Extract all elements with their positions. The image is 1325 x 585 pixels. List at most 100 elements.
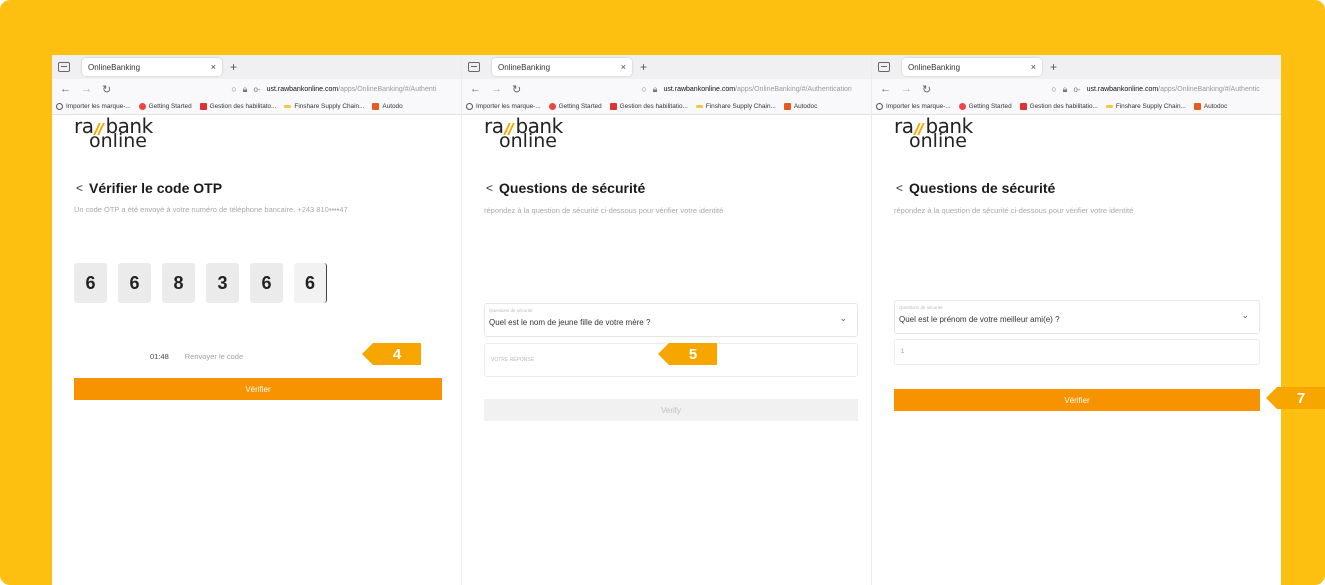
shield-icon: ○ xyxy=(231,84,237,94)
reload-icon[interactable]: ↻ xyxy=(102,83,111,96)
verify-button[interactable]: Vérifier xyxy=(894,389,1260,411)
bookmark-autodoc[interactable]: Autodo xyxy=(372,103,403,110)
reload-icon[interactable]: ↻ xyxy=(512,83,521,96)
bookmark-autodoc[interactable]: Autodoc xyxy=(783,103,817,110)
url-path: /apps/OnlineBanking/#/Authenti xyxy=(338,85,437,93)
resend-code-link[interactable]: Renvoyer le code xyxy=(185,352,243,361)
select-value: Quel est le prénom de votre meilleur ami… xyxy=(899,315,1060,324)
browser-tab[interactable]: OnlineBanking × xyxy=(492,58,632,76)
import-icon xyxy=(56,103,63,110)
bookmark-getting-started[interactable]: Getting Started xyxy=(548,103,602,110)
url-path: /apps/OnlineBanking/#/Authentication xyxy=(735,85,852,93)
tab-list-icon[interactable] xyxy=(878,62,890,72)
bookmark-import[interactable]: Importer les marque-... xyxy=(876,103,951,110)
tab-title: OnlineBanking xyxy=(88,62,141,72)
bookmark-finshare[interactable]: Finshare Supply Chain... xyxy=(695,103,776,110)
answer-input[interactable]: 1 xyxy=(894,339,1260,365)
back-arrow-icon[interactable]: ← xyxy=(470,83,481,95)
bookmark-getting-started[interactable]: Getting Started xyxy=(958,103,1012,110)
url-host: ust.rawbankonline.com xyxy=(663,85,736,93)
chevron-left-icon[interactable]: < xyxy=(896,181,903,195)
bookmark-gestion[interactable]: Gestion des habilitatio... xyxy=(609,103,688,110)
key-icon: o- xyxy=(253,84,261,94)
autodoc-icon xyxy=(1193,103,1201,110)
back-arrow-icon[interactable]: ← xyxy=(60,83,71,95)
rawbank-logo: ra bank online xyxy=(74,114,153,152)
tab-bar: OnlineBanking × + xyxy=(462,55,871,79)
firefox-icon xyxy=(138,103,146,110)
logo-mark-icon xyxy=(913,122,926,136)
select-value: Quel est le nom de jeune fille de votre … xyxy=(489,318,651,327)
chevron-left-icon[interactable]: < xyxy=(486,181,493,195)
new-tab-icon[interactable]: + xyxy=(1050,60,1057,74)
new-tab-icon[interactable]: + xyxy=(230,60,237,74)
verify-button[interactable]: Vérifier xyxy=(74,378,442,400)
forward-arrow-icon[interactable]: → xyxy=(491,83,502,95)
finshare-icon xyxy=(695,105,703,108)
otp-digit-3[interactable]: 8 xyxy=(162,263,195,303)
tab-title: OnlineBanking xyxy=(908,62,961,72)
bookmark-import[interactable]: Importer les marque-... xyxy=(56,103,131,110)
forward-arrow-icon[interactable]: → xyxy=(81,83,92,95)
otp-digit-4[interactable]: 3 xyxy=(206,263,239,303)
page-subtitle: répondez à la question de sécurité ci-de… xyxy=(484,206,724,215)
url-host: ust.rawbankonline.com xyxy=(1086,85,1159,93)
url-bar[interactable]: ○ 🔒︎ o- ust.rawbankonline.com/apps/Onlin… xyxy=(1051,84,1260,95)
url-bar[interactable]: ○ 🔒︎ ust.rawbankonline.com/apps/OnlineBa… xyxy=(641,84,852,95)
otp-digit-5[interactable]: 6 xyxy=(250,263,283,303)
browser-tab[interactable]: OnlineBanking × xyxy=(82,58,222,76)
firefox-icon xyxy=(958,103,966,110)
url-bar[interactable]: ○ 🔒︎ o- ust.rawbankonline.com/apps/Onlin… xyxy=(231,84,436,95)
logo-mark-icon xyxy=(503,122,516,136)
bookmark-gestion[interactable]: Gestion des habilitato... xyxy=(199,103,276,110)
otp-digit-1[interactable]: 6 xyxy=(74,263,107,303)
back-arrow-icon[interactable]: ← xyxy=(880,83,891,95)
gestion-icon xyxy=(199,103,207,110)
url-host: ust.rawbankonline.com xyxy=(266,85,339,93)
screenshot-strip: OnlineBanking × + ← → ↻ ○ 🔒︎ o- ust.rawb… xyxy=(52,55,1281,585)
chevron-left-icon[interactable]: < xyxy=(76,181,83,195)
bookmark-getting-started[interactable]: Getting Started xyxy=(138,103,192,110)
nav-bar: ← → ↻ ○ 🔒︎ ust.rawbankonline.com/apps/On… xyxy=(462,79,871,99)
security-question-select[interactable]: Questions de sécurité Quel est le nom de… xyxy=(484,303,858,337)
rawbank-logo: ra bank online xyxy=(484,114,563,152)
bookmarks-bar: Importer les marque-... Getting Started … xyxy=(872,99,1281,115)
lock-icon: 🔒︎ xyxy=(1062,83,1068,94)
select-label: Questions de sécurité xyxy=(899,305,943,310)
reload-icon[interactable]: ↻ xyxy=(922,83,931,96)
otp-inputs: 6 6 8 3 6 6 xyxy=(74,263,338,303)
bookmark-autodoc[interactable]: Autodoc xyxy=(1193,103,1227,110)
bookmarks-bar: Importer les marque-... Getting Started … xyxy=(462,99,871,115)
bookmark-finshare[interactable]: Finshare Supply Chain... xyxy=(1105,103,1186,110)
tab-bar: OnlineBanking × + xyxy=(52,55,461,79)
tab-list-icon[interactable] xyxy=(468,62,480,72)
bookmark-finshare[interactable]: Finshare Supply Chain... xyxy=(284,103,364,110)
gestion-icon xyxy=(609,103,617,110)
security-question-select[interactable]: Questions de sécurité Quel est le prénom… xyxy=(894,300,1260,334)
browser-tab[interactable]: OnlineBanking × xyxy=(902,58,1042,76)
import-icon xyxy=(466,103,473,110)
new-tab-icon[interactable]: + xyxy=(640,60,647,74)
finshare-icon xyxy=(284,105,292,108)
import-icon xyxy=(876,103,883,110)
panel-security-question-2: OnlineBanking × + ← → ↻ ○ 🔒︎ o- ust.rawb… xyxy=(872,55,1281,585)
firefox-icon xyxy=(548,103,556,110)
close-icon[interactable]: × xyxy=(1031,62,1036,72)
lock-icon: 🔒︎ xyxy=(242,83,248,94)
bookmark-import[interactable]: Importer les marque-... xyxy=(466,103,541,110)
nav-bar: ← → ↻ ○ 🔒︎ o- ust.rawbankonline.com/apps… xyxy=(52,79,461,99)
panel-security-question-1: OnlineBanking × + ← → ↻ ○ 🔒︎ ust.rawbank… xyxy=(462,55,872,585)
page-title: < Vérifier le code OTP xyxy=(76,180,223,196)
page-subtitle: Un code OTP a été envoyé à votre numéro … xyxy=(74,205,348,214)
close-icon[interactable]: × xyxy=(211,62,216,72)
otp-digit-6[interactable]: 6 xyxy=(294,263,327,303)
tab-bar: OnlineBanking × + xyxy=(872,55,1281,79)
close-icon[interactable]: × xyxy=(621,62,626,72)
logo-mark-icon xyxy=(93,122,106,136)
verify-button[interactable]: Verify xyxy=(484,399,858,421)
bookmark-gestion[interactable]: Gestion des habilitatio... xyxy=(1019,103,1098,110)
forward-arrow-icon[interactable]: → xyxy=(901,83,912,95)
tab-list-icon[interactable] xyxy=(58,62,70,72)
otp-digit-2[interactable]: 6 xyxy=(118,263,151,303)
autodoc-icon xyxy=(783,103,791,110)
